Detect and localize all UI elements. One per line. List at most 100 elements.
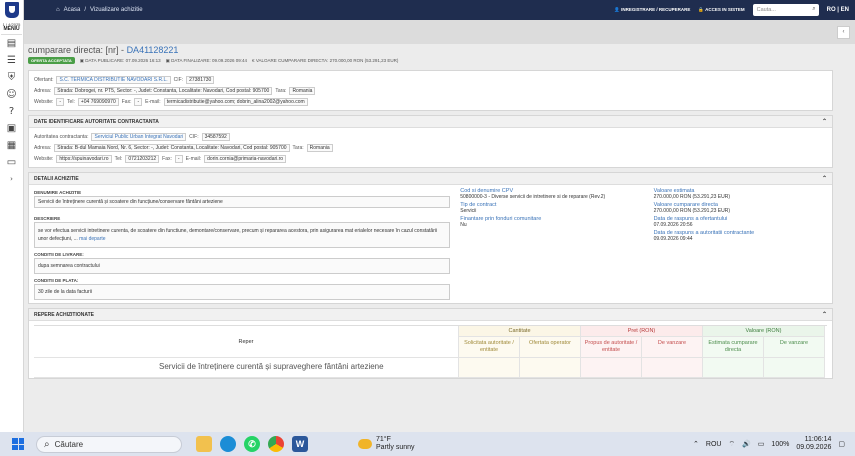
clock[interactable]: 11:06:14 09.09.2026 — [796, 436, 831, 452]
authority-website[interactable]: https://spuinavodari.ro — [56, 154, 112, 163]
authority-phone-label: Tel: — [114, 155, 123, 162]
table-row: Servicii de întreținere curentă și supra… — [34, 358, 459, 378]
chevron-up-icon[interactable]: ⌃ — [822, 311, 827, 318]
clock-time: 11:06:14 — [804, 436, 832, 443]
user-icon[interactable]: ☺ — [0, 86, 23, 103]
partly-sunny-icon — [358, 439, 372, 449]
left-rail: 1 / 4/2025 MENIU ▤ ☰ ⛨ ☺ ? ▣ ▦ ▭ › — [0, 0, 24, 432]
taskbar-search[interactable]: ⌕ Căutare — [36, 435, 182, 453]
app-logo[interactable] — [4, 2, 19, 18]
ofertant-label: Ofertant: — [34, 76, 54, 83]
cpv-value: 50800000-3 - Diverse servicii de intreti… — [460, 194, 606, 200]
windows-start-icon[interactable] — [12, 438, 24, 450]
eu-funds-value: Nu — [460, 222, 467, 228]
weather-widget[interactable]: 71°F Partly sunny — [358, 436, 415, 452]
breadcrumb-home[interactable]: Acasa — [64, 7, 81, 13]
authority-section-title: DATE IDENTIFICARE AUTORITATE CONTRACTANT… — [34, 119, 159, 125]
id-card-icon[interactable]: ▣ — [0, 120, 23, 137]
items-table: Reper Cantitate Pret (RON) Valoare (RON)… — [34, 325, 827, 378]
items-panel-header[interactable]: REPERE ACHIZITIONATE ⌃ — [29, 309, 832, 321]
bidder-response-date: 07.09.2026 20:56 — [653, 222, 693, 228]
read-more-link[interactable]: mai departe — [79, 236, 105, 242]
input-language[interactable]: ROU — [706, 441, 722, 448]
quantity-group-header: Cantitate — [459, 326, 581, 337]
menu-label: MENIU — [3, 26, 20, 32]
whatsapp-icon[interactable]: ✆ — [244, 436, 260, 452]
help-icon[interactable]: ? — [0, 103, 23, 120]
notification-icon[interactable]: ▢ — [838, 440, 845, 448]
authority-website-label: Website: — [34, 155, 54, 162]
payment-conditions: 30 zile de la data facturii — [34, 284, 451, 300]
table-cell — [581, 358, 642, 378]
home-icon[interactable]: ⌂ — [56, 7, 60, 13]
chrome-icon[interactable] — [268, 436, 284, 452]
procurement-meta: OFERTA ACCEPTATA ▣ DATA PUBLICARE: 07.09… — [28, 57, 851, 64]
list-icon[interactable]: ☰ — [0, 52, 23, 69]
authority-fax-label: Fax: — [162, 155, 172, 162]
authority-cif-label: CIF: — [189, 133, 199, 140]
lang-separator: | — [837, 7, 839, 13]
description-label: DESCRIERE — [34, 216, 61, 221]
publish-date: ▣ DATA PUBLICARE: 07.09.2026 16:13 — [79, 57, 161, 63]
chevron-up-icon[interactable]: ⌃ — [822, 118, 827, 125]
ofertant-fax-label: Fax: — [121, 98, 132, 105]
details-section-title: DETALII ACHIZITIE — [34, 176, 79, 182]
ofertant-name-link[interactable]: S.C. TERMICA DISTRIBUTIE NAVODARI S.R.L. — [56, 75, 171, 84]
chevron-right-icon[interactable]: › — [0, 171, 23, 188]
final-date-text: DATA FINALIZARE: 09.09.2026 09:44 — [171, 57, 248, 63]
register-label: INREGISTRARE / RECUPERARE — [621, 7, 691, 12]
requested-qty-header: Solicitata autoritate / entitate — [459, 337, 520, 358]
register-link[interactable]: 👤 INREGISTRARE / RECUPERARE — [614, 7, 690, 13]
menu-button[interactable]: 1 / 4/2025 MENIU — [1, 22, 22, 35]
search-icon: ⌕ — [44, 438, 50, 450]
status-badge: OFERTA ACCEPTATA — [28, 57, 75, 64]
word-icon[interactable]: W — [292, 436, 308, 452]
language-switch: RO | EN — [827, 7, 849, 13]
authority-name-link[interactable]: Serviciul Public Urban Integrat Navodari — [91, 132, 187, 141]
chevron-up-icon[interactable]: ⌃ — [822, 175, 827, 182]
edge-icon[interactable] — [220, 436, 236, 452]
search-icon[interactable]: ⌕ — [812, 6, 815, 13]
details-panel: DETALII ACHIZITIE ⌃ DENUMIRE ACHIZITIE S… — [28, 172, 833, 304]
table-cell — [642, 358, 703, 378]
sale-value-header: De vanzare — [764, 337, 825, 358]
page-title: cumparare directa: [nr] - DA41128221 — [28, 45, 851, 55]
name-label: DENUMIRE ACHIZITIE — [34, 190, 82, 195]
weather-temp: 71°F — [376, 436, 391, 443]
authority-cif: 34587592 — [201, 132, 230, 141]
chevron-up-icon[interactable]: ⌃ — [693, 440, 699, 448]
file-explorer-icon[interactable] — [196, 436, 212, 452]
payment-label: CONDITII DE PLATA: — [34, 278, 79, 283]
lang-en[interactable]: EN — [841, 7, 849, 13]
details-panel-header[interactable]: DETALII ACHIZITIE ⌃ — [29, 173, 832, 185]
lang-ro[interactable]: RO — [827, 7, 836, 13]
procurement-name: Servicii de întreținere curentă și scoat… — [34, 196, 451, 208]
chat-icon[interactable]: ▭ — [0, 154, 23, 171]
breadcrumb-current: Vizualizare achizitie — [89, 7, 143, 13]
breadcrumb: ⌂ Acasa / Vizualizare achizitie — [56, 7, 143, 13]
wifi-icon[interactable]: ⌔ — [728, 440, 735, 449]
login-link[interactable]: 🔒 ACCES IN SISTEM — [698, 7, 744, 13]
calendar-icon[interactable]: ▦ — [0, 137, 23, 154]
search-input[interactable]: Cauta... ⌕ — [752, 4, 819, 16]
taskbar-search-placeholder: Căutare — [54, 439, 84, 449]
item-name: Servicii de întreținere curentă și supra… — [159, 362, 384, 371]
weather-desc: Partly sunny — [376, 444, 415, 451]
header-band: ‹ — [24, 20, 855, 44]
authority-country: Romania — [306, 143, 333, 152]
collapse-button[interactable]: ‹ — [837, 26, 850, 39]
ofertant-address-label: Adresa: — [34, 87, 52, 94]
value-group-header: Valoare (RON) — [703, 326, 825, 337]
search-placeholder: Cauta... — [756, 7, 776, 13]
table-cell — [703, 358, 764, 378]
purchase-value: 270.000,00 RON (53.291,23 EUR) — [653, 208, 731, 214]
procurement-code-link[interactable]: DA41128221 — [127, 45, 179, 55]
breadcrumb-separator: / — [84, 7, 86, 13]
authority-panel-header[interactable]: DATE IDENTIFICARE AUTORITATE CONTRACTANT… — [29, 116, 832, 128]
volume-icon[interactable]: 🔊 — [742, 440, 751, 448]
battery-icon[interactable]: ▭ — [758, 440, 765, 448]
document-icon[interactable]: ▤ — [0, 35, 23, 52]
shield-icon[interactable]: ⛨ — [0, 69, 23, 86]
proposed-price-header: Propus de autoritate / entitate — [581, 337, 642, 358]
clock-date: 09.09.2026 — [796, 444, 832, 451]
